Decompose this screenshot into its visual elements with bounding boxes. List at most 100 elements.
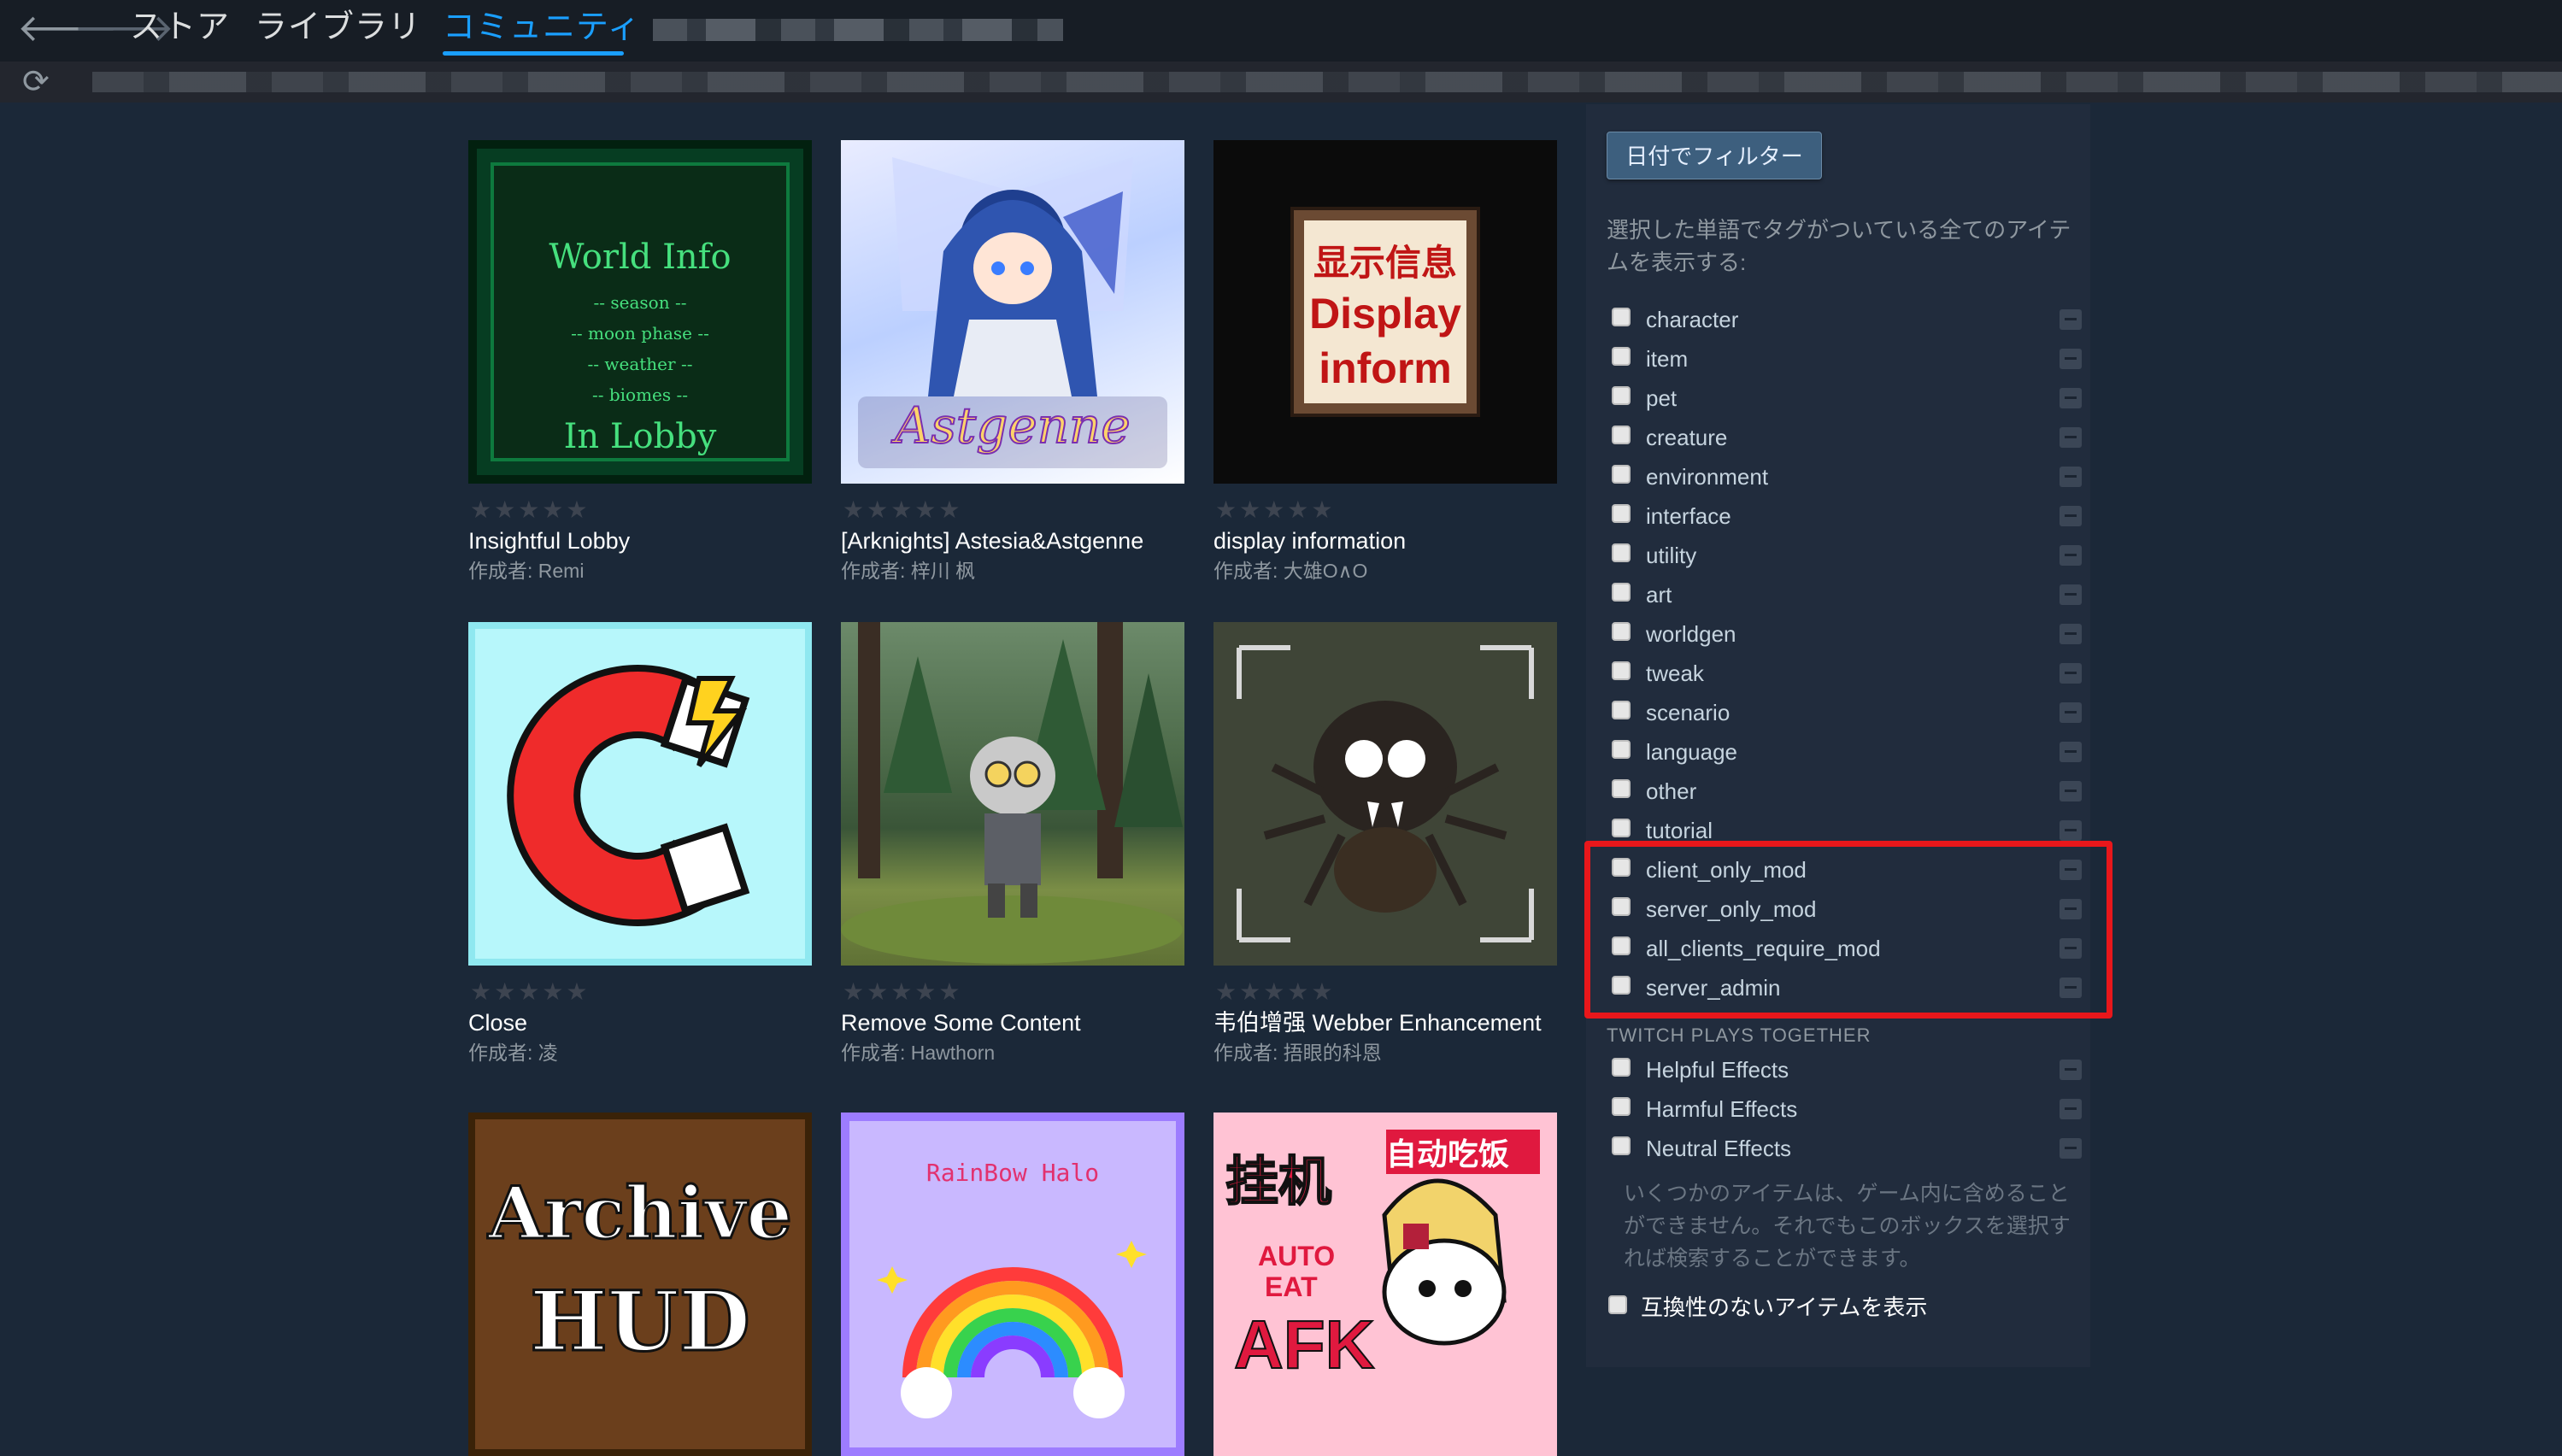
tag-label[interactable]: interface <box>1646 502 1731 530</box>
exclude-tag-icon[interactable] <box>2060 781 2082 801</box>
exclude-tag-icon[interactable] <box>2060 702 2082 723</box>
item-title[interactable]: Close <box>468 1008 836 1037</box>
exclude-tag-icon[interactable] <box>2060 1060 2082 1080</box>
exclude-tag-icon[interactable] <box>2060 584 2082 605</box>
tag-label[interactable]: creature <box>1646 424 1727 451</box>
tag-checkbox[interactable] <box>1612 701 1631 719</box>
refresh-icon[interactable]: ⟳ <box>22 63 50 101</box>
tag-label[interactable]: scenario <box>1646 699 1730 726</box>
tag-row[interactable]: pet <box>1586 379 2090 419</box>
tag-checkbox[interactable] <box>1612 779 1631 798</box>
tab-community[interactable]: コミュニティ <box>443 5 641 50</box>
item-thumbnail[interactable]: Archive HUD <box>468 1113 812 1456</box>
item-thumbnail[interactable] <box>841 622 1184 966</box>
rating-stars: ★★★★★ <box>470 978 591 1005</box>
item-title[interactable]: display information <box>1213 526 1581 555</box>
exclude-tag-icon[interactable] <box>2060 427 2082 448</box>
item-thumbnail[interactable]: 挂机 自动吃饭 AUTO EAT AFK <box>1213 1113 1557 1456</box>
tab-store[interactable]: ストア <box>130 5 230 50</box>
item-title[interactable]: Remove Some Content <box>841 1008 1208 1037</box>
tag-row[interactable]: language <box>1586 733 2090 772</box>
item-thumbnail[interactable]: World Info -- season -- -- moon phase --… <box>468 140 812 484</box>
tag-checkbox[interactable] <box>1612 819 1631 837</box>
tag-checkbox[interactable] <box>1612 543 1631 562</box>
exclude-tag-icon[interactable] <box>2060 1099 2082 1119</box>
tag-checkbox[interactable] <box>1612 661 1631 680</box>
exclude-tag-icon[interactable] <box>2060 1138 2082 1159</box>
exclude-tag-icon[interactable] <box>2060 467 2082 487</box>
tag-row[interactable]: item <box>1586 340 2090 379</box>
tag-row[interactable]: interface <box>1586 497 2090 537</box>
tag-row[interactable]: worldgen <box>1586 615 2090 655</box>
tag-label[interactable]: art <box>1646 581 1672 608</box>
tag-row[interactable]: Helpful Effects <box>1586 1051 2090 1090</box>
exclude-tag-icon[interactable] <box>2060 663 2082 684</box>
tag-checkbox[interactable] <box>1612 504 1631 523</box>
tag-row[interactable]: Harmful Effects <box>1586 1090 2090 1130</box>
tag-label[interactable]: worldgen <box>1646 620 1736 648</box>
tag-label[interactable]: character <box>1646 306 1738 333</box>
item-title[interactable]: Insightful Lobby <box>468 526 836 555</box>
tag-checkbox[interactable] <box>1612 308 1631 326</box>
tag-checkbox[interactable] <box>1612 622 1631 641</box>
show-incompatible-row[interactable]: 互換性のないアイテムを表示 <box>1586 1289 2090 1328</box>
item-thumbnail[interactable]: 显示信息 Display inform <box>1213 140 1557 484</box>
tag-checkbox[interactable] <box>1612 583 1631 602</box>
tag-checkbox[interactable] <box>1612 1136 1631 1155</box>
thumb-text: HUD <box>529 1272 752 1371</box>
tag-label[interactable]: other <box>1646 778 1696 805</box>
exclude-tag-icon[interactable] <box>2060 309 2082 330</box>
item-thumbnail[interactable]: Astgenne <box>841 140 1184 484</box>
tag-row[interactable]: art <box>1586 576 2090 615</box>
tag-row[interactable]: character <box>1586 301 2090 340</box>
item-title[interactable]: [Arknights] Astesia&Astgenne <box>841 526 1208 555</box>
tag-row[interactable]: environment <box>1586 458 2090 497</box>
filter-by-date-button[interactable]: 日付でフィルター <box>1607 132 1822 179</box>
exclude-tag-icon[interactable] <box>2060 506 2082 526</box>
tag-checkbox[interactable] <box>1612 1097 1631 1116</box>
item-author: 作成者: Remi <box>468 560 585 582</box>
tag-row[interactable]: creature <box>1586 419 2090 458</box>
item-thumbnail[interactable] <box>1213 622 1557 966</box>
redacted-url <box>92 72 2562 92</box>
tag-label[interactable]: Helpful Effects <box>1646 1056 1789 1083</box>
spider-character <box>1237 645 1534 942</box>
tab-library[interactable]: ライブラリ <box>255 5 421 50</box>
tag-row[interactable]: tweak <box>1586 655 2090 694</box>
tag-checkbox[interactable] <box>1612 347 1631 366</box>
item-title[interactable]: 韦伯增强 Webber Enhancement <box>1213 1008 1581 1037</box>
item-author: 作成者: 梓川 枫 <box>841 560 976 582</box>
exclude-tag-icon[interactable] <box>2060 820 2082 841</box>
tag-checkbox[interactable] <box>1612 465 1631 484</box>
twitch-tag-list: Helpful Effects Harmful Effects Neutral … <box>1586 1051 2090 1169</box>
tag-label[interactable]: tweak <box>1646 660 1704 687</box>
exclude-tag-icon[interactable] <box>2060 742 2082 762</box>
tag-row[interactable]: scenario <box>1586 694 2090 733</box>
tag-label[interactable]: utility <box>1646 542 1696 569</box>
tag-checkbox[interactable] <box>1612 1058 1631 1077</box>
item-thumbnail[interactable] <box>468 622 812 966</box>
tag-label[interactable]: item <box>1646 345 1688 373</box>
exclude-tag-icon[interactable] <box>2060 349 2082 369</box>
tag-checkbox[interactable] <box>1612 426 1631 444</box>
tag-row[interactable]: Neutral Effects <box>1586 1130 2090 1169</box>
tag-label[interactable]: language <box>1646 738 1737 766</box>
tag-label[interactable]: Harmful Effects <box>1646 1095 1797 1123</box>
rating-stars: ★★★★★ <box>843 978 963 1005</box>
tag-label[interactable]: environment <box>1646 463 1768 490</box>
tag-label[interactable]: pet <box>1646 385 1677 412</box>
magnet-icon <box>507 665 750 926</box>
tag-group-heading: TWITCH PLAYS TOGETHER <box>1607 1024 1872 1046</box>
tag-checkbox[interactable] <box>1612 386 1631 405</box>
show-incompatible-checkbox[interactable] <box>1608 1295 1627 1314</box>
exclude-tag-icon[interactable] <box>2060 624 2082 644</box>
show-incompatible-label[interactable]: 互換性のないアイテムを表示 <box>1641 1294 1927 1321</box>
tag-row[interactable]: other <box>1586 772 2090 812</box>
tag-row[interactable]: utility <box>1586 537 2090 576</box>
exclude-tag-icon[interactable] <box>2060 388 2082 408</box>
tag-label[interactable]: Neutral Effects <box>1646 1135 1791 1162</box>
tag-checkbox[interactable] <box>1612 740 1631 759</box>
thumb-text: Display <box>1309 290 1461 338</box>
exclude-tag-icon[interactable] <box>2060 545 2082 566</box>
item-thumbnail[interactable]: RainBow Halo <box>841 1113 1184 1456</box>
